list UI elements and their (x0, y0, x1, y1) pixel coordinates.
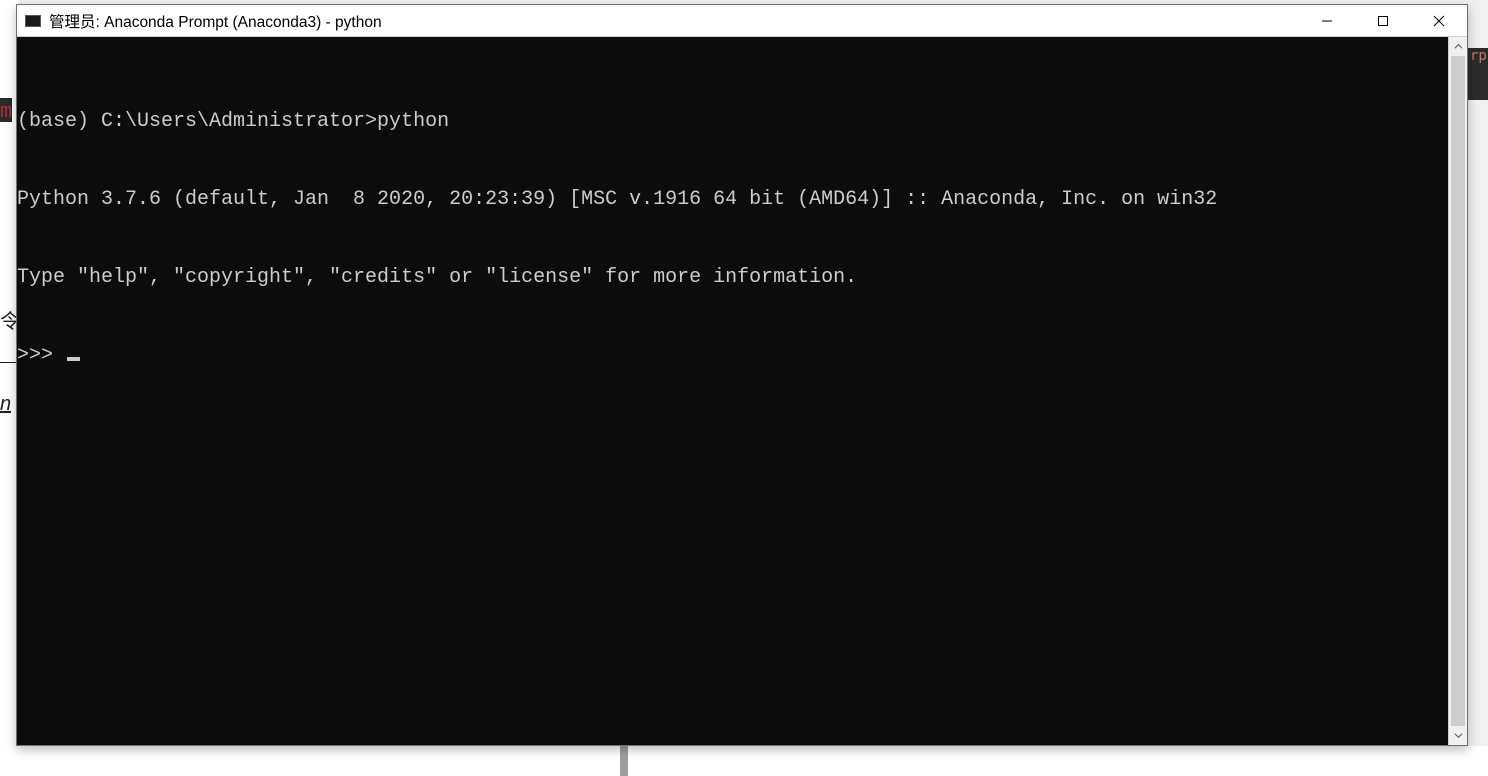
chevron-up-icon (1454, 42, 1463, 51)
background-splitter (620, 746, 628, 776)
vertical-scrollbar[interactable] (1448, 37, 1467, 745)
minimize-button[interactable] (1299, 5, 1355, 36)
window-title: 管理员: Anaconda Prompt (Anaconda3) - pytho… (49, 10, 382, 32)
terminal-viewport[interactable]: (base) C:\Users\Administrator>python Pyt… (17, 37, 1448, 745)
terminal-line: (base) C:\Users\Administrator>python (17, 109, 1448, 135)
terminal-line: Python 3.7.6 (default, Jan 8 2020, 20:23… (17, 187, 1448, 213)
behind-window-tab-text: rp (1470, 48, 1487, 64)
bg-hint-2: n (0, 392, 11, 416)
scrollbar-thumb[interactable] (1451, 56, 1465, 726)
maximize-button[interactable] (1355, 5, 1411, 36)
terminal-cursor (67, 357, 80, 361)
close-icon (1433, 15, 1445, 27)
terminal-window: 管理员: Anaconda Prompt (Anaconda3) - pytho… (16, 4, 1468, 746)
window-titlebar[interactable]: 管理员: Anaconda Prompt (Anaconda3) - pytho… (17, 5, 1467, 37)
behind-window-tab-strip: rp (1468, 48, 1488, 100)
python-prompt: >>> (17, 344, 65, 367)
bg-hint-red: m (0, 98, 12, 122)
minimize-icon (1321, 15, 1333, 27)
scrollbar-up-button[interactable] (1449, 37, 1467, 56)
maximize-icon (1377, 15, 1389, 27)
window-client-area: (base) C:\Users\Administrator>python Pyt… (17, 37, 1467, 745)
background-page-bottom (0, 746, 1488, 776)
terminal-app-icon (25, 15, 41, 27)
close-button[interactable] (1411, 5, 1467, 36)
terminal-line: Type "help", "copyright", "credits" or "… (17, 265, 1448, 291)
chevron-down-icon (1454, 731, 1463, 740)
terminal-prompt-line: >>> (17, 343, 1448, 369)
window-controls (1299, 5, 1467, 36)
scrollbar-down-button[interactable] (1449, 726, 1467, 745)
